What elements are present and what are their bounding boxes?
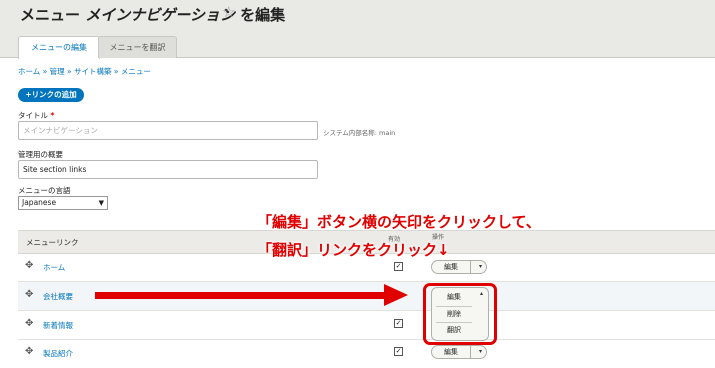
description-input[interactable]: Site section links bbox=[18, 160, 318, 179]
chevron-down-icon[interactable]: ▾ bbox=[479, 346, 482, 358]
enabled-checkbox[interactable]: ✓ bbox=[394, 262, 403, 271]
table-row bbox=[18, 340, 715, 368]
machine-name: システム内部名称: main bbox=[323, 129, 396, 137]
select-arrow-icon: ▼ bbox=[98, 199, 104, 207]
enabled-checkbox[interactable]: ✓ bbox=[394, 347, 403, 356]
menu-link-news[interactable]: 新着情報 bbox=[43, 320, 73, 331]
chevron-down-icon[interactable]: ▾ bbox=[479, 261, 482, 273]
instruction-line-1: 「編集」ボタン横の矢印をクリックして、 bbox=[257, 213, 541, 231]
star-icon[interactable]: ☆ bbox=[222, 3, 235, 21]
pointer-arrow bbox=[95, 292, 387, 299]
highlight-box bbox=[423, 283, 497, 345]
tab-translate-menu[interactable]: メニューを翻訳 bbox=[98, 36, 177, 58]
drag-handle-icon[interactable]: ✥ bbox=[25, 289, 33, 300]
edit-split-button[interactable]: 編集 ▾ bbox=[431, 345, 487, 359]
menu-link-company[interactable]: 会社概要 bbox=[43, 291, 73, 302]
edit-button[interactable]: 編集 bbox=[432, 261, 471, 273]
table-row bbox=[18, 311, 715, 340]
instruction-line-2: 「翻訳」リンクをクリック↓ bbox=[257, 241, 450, 259]
language-select[interactable]: Japanese ▼ bbox=[18, 196, 108, 210]
menu-link-home[interactable]: ホーム bbox=[43, 262, 65, 273]
edit-button[interactable]: 編集 bbox=[432, 346, 471, 358]
arrow-head-icon bbox=[384, 284, 408, 306]
page-title: メニュー メインナビゲーション を編集 bbox=[20, 6, 286, 24]
drag-handle-icon[interactable]: ✥ bbox=[25, 318, 33, 329]
drag-handle-icon[interactable]: ✥ bbox=[25, 260, 33, 271]
breadcrumb[interactable]: ホーム » 管理 » サイト構築 » メニュー bbox=[18, 66, 151, 77]
add-link-button[interactable]: +リンクの追加 bbox=[18, 88, 84, 102]
language-label: メニューの言語 bbox=[18, 186, 71, 195]
required-mark: * bbox=[50, 111, 55, 120]
enabled-checkbox[interactable]: ✓ bbox=[394, 319, 403, 328]
description-label: 管理用の概要 bbox=[18, 150, 63, 159]
title-label: タイトル * bbox=[18, 111, 55, 120]
title-input[interactable]: メインナビゲーション bbox=[18, 121, 318, 140]
column-header-menu-link: メニューリンク bbox=[26, 238, 79, 247]
menu-link-products[interactable]: 製品紹介 bbox=[43, 348, 73, 359]
drag-handle-icon[interactable]: ✥ bbox=[25, 346, 33, 357]
tab-edit-menu[interactable]: メニューの編集 bbox=[18, 36, 100, 59]
edit-split-button[interactable]: 編集 ▾ bbox=[431, 260, 487, 274]
